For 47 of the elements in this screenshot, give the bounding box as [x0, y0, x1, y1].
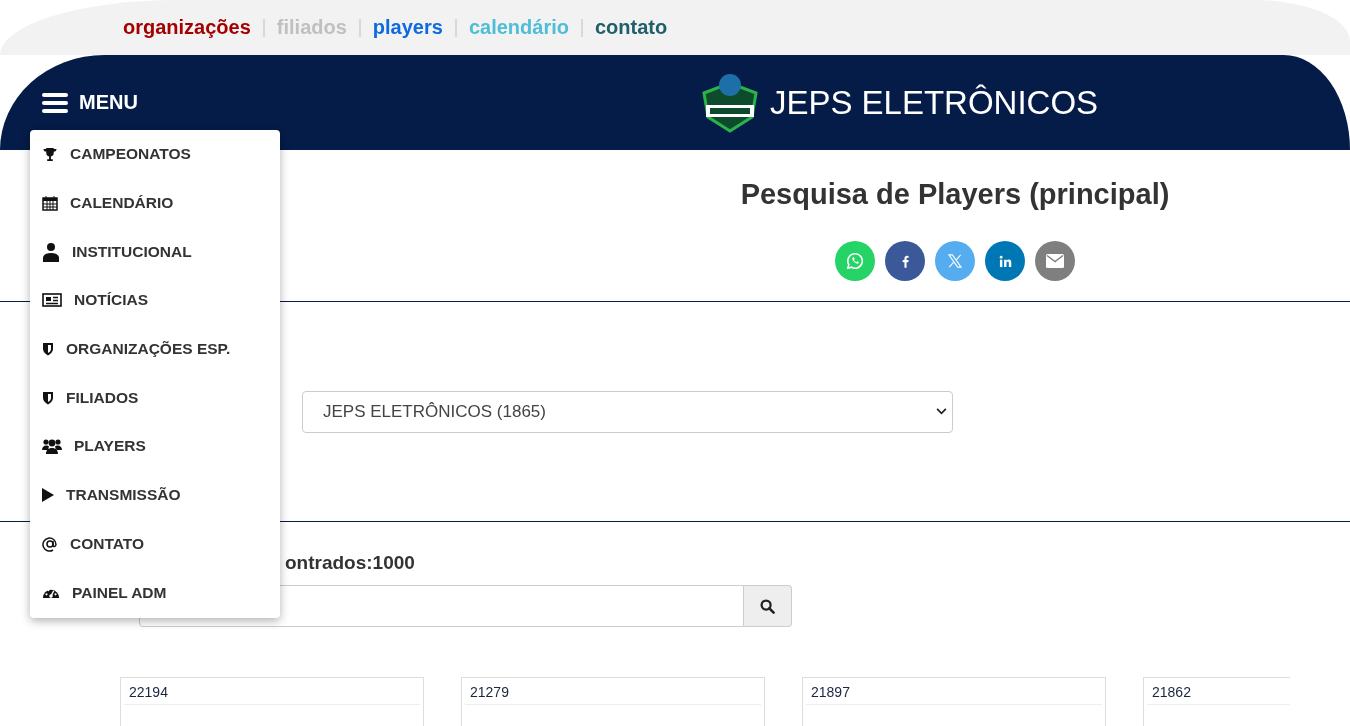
menu-item[interactable]: PLAYERS	[30, 422, 280, 471]
menu-item[interactable]: TRANSMISSÃO	[30, 470, 280, 520]
player-card[interactable]: 21279	[461, 677, 765, 726]
player-number: 21279	[470, 684, 509, 700]
trophy-icon	[42, 146, 58, 162]
nav-link[interactable]: players	[372, 16, 443, 39]
player-number: 21862	[1152, 684, 1191, 700]
menu-item[interactable]: CONTATO	[30, 519, 280, 569]
player-card[interactable]: 21862	[1143, 677, 1290, 726]
results-count: ontrados:1000	[284, 552, 416, 574]
x-logo-icon	[948, 254, 962, 268]
shield-icon	[42, 390, 54, 405]
nav-link[interactable]: contato	[594, 16, 668, 39]
play-icon	[42, 488, 54, 503]
email-share-button[interactable]	[1035, 241, 1075, 281]
player-number: 21897	[811, 684, 850, 700]
menu-item[interactable]: CALENDÁRIO	[30, 178, 280, 228]
envelope-icon	[1046, 254, 1064, 268]
calendar-icon	[42, 195, 58, 212]
shield-icon	[42, 342, 54, 357]
at-sign-icon	[42, 535, 58, 552]
organization-select[interactable]: JEPS ELETRÔNICOS (1865)	[302, 390, 953, 433]
person-icon	[42, 241, 60, 262]
facebook-icon	[901, 254, 909, 268]
menu-icon	[42, 91, 68, 114]
player-card[interactable]: 21897	[802, 677, 1106, 726]
player-card[interactable]: 22194	[120, 677, 424, 726]
menu-button[interactable]: MENU	[42, 91, 138, 114]
share-button[interactable]	[985, 241, 1025, 281]
site-title: JEPS ELETRÔNICOS	[769, 83, 1099, 122]
menu-item[interactable]: CAMPEONATOS	[30, 130, 280, 179]
chevron-down-icon	[936, 408, 947, 415]
player-number: 22194	[129, 684, 168, 700]
menu-item[interactable]: FILIADOS	[30, 373, 280, 423]
nav-link[interactable]: organizações	[123, 16, 251, 39]
menu-item[interactable]: PAINEL ADM	[30, 568, 280, 617]
search-button[interactable]	[744, 585, 792, 627]
page-title: Pesquisa de Players (principal)	[740, 178, 1170, 211]
share-button[interactable]	[885, 241, 925, 281]
linkedin-icon	[998, 254, 1012, 268]
search-icon	[760, 598, 775, 614]
chat-bubble-icon	[846, 252, 864, 270]
menu-item[interactable]: ORGANIZAÇÕES ESP.	[30, 324, 280, 374]
menu-item[interactable]: INSTITUCIONAL	[30, 227, 280, 277]
users-icon	[42, 438, 62, 455]
newspaper-icon	[42, 293, 62, 308]
menu-item[interactable]: NOTÍCIAS	[30, 276, 280, 325]
